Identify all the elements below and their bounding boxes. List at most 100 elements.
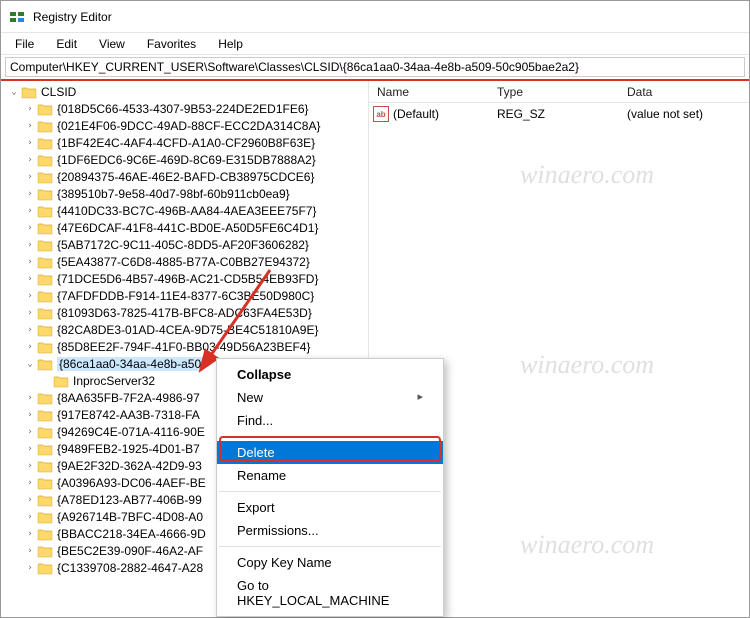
tree-label: {82CA8DE3-01AD-4CEA-9D75-BE4C51810A9E} bbox=[57, 323, 319, 337]
value-data: (value not set) bbox=[619, 107, 749, 121]
chevron-right-icon[interactable]: › bbox=[23, 393, 37, 403]
ctx-separator bbox=[219, 491, 441, 492]
folder-icon bbox=[37, 306, 53, 320]
chevron-right-icon[interactable]: › bbox=[23, 529, 37, 539]
tree-label: {94269C4E-071A-4116-90E bbox=[57, 425, 205, 439]
ctx-permissions[interactable]: Permissions... bbox=[217, 519, 443, 542]
menu-favorites[interactable]: Favorites bbox=[137, 35, 206, 53]
chevron-down-icon[interactable]: ⌄ bbox=[23, 359, 37, 369]
chevron-right-icon[interactable]: › bbox=[23, 206, 37, 216]
chevron-right-icon[interactable]: › bbox=[23, 427, 37, 437]
col-data[interactable]: Data bbox=[619, 83, 749, 101]
folder-icon bbox=[37, 204, 53, 218]
ctx-copy-key[interactable]: Copy Key Name bbox=[217, 551, 443, 574]
tree-label: {917E8742-AA3B-7318-FA bbox=[57, 408, 200, 422]
folder-icon bbox=[37, 527, 53, 541]
chevron-right-icon[interactable]: › bbox=[23, 240, 37, 250]
ctx-new[interactable]: New bbox=[217, 386, 443, 409]
ctx-goto[interactable]: Go to HKEY_LOCAL_MACHINE bbox=[217, 574, 443, 612]
tree-label: {A926714B-7BFC-4D08-A0 bbox=[57, 510, 203, 524]
titlebar: Registry Editor bbox=[1, 1, 749, 33]
chevron-right-icon[interactable]: › bbox=[23, 495, 37, 505]
tree-row[interactable]: ⌄CLSID bbox=[1, 83, 368, 100]
tree-row[interactable]: ›{71DCE5D6-4B57-496B-AC21-CD5B54EB93FD} bbox=[1, 270, 368, 287]
tree-label: {021E4F06-9DCC-49AD-88CF-ECC2DA314C8A} bbox=[57, 119, 320, 133]
chevron-right-icon[interactable]: › bbox=[23, 325, 37, 335]
ctx-find[interactable]: Find... bbox=[217, 409, 443, 432]
tree-row[interactable]: ›{7AFDFDDB-F914-11E4-8377-6C3BE50D980C} bbox=[1, 287, 368, 304]
chevron-right-icon[interactable]: › bbox=[23, 461, 37, 471]
chevron-right-icon[interactable]: › bbox=[23, 104, 37, 114]
chevron-right-icon[interactable]: › bbox=[23, 291, 37, 301]
tree-row[interactable]: ›{4410DC33-BC7C-496B-AA84-4AEA3EEE75F7} bbox=[1, 202, 368, 219]
folder-icon bbox=[21, 85, 37, 99]
chevron-right-icon[interactable]: › bbox=[23, 546, 37, 556]
chevron-right-icon[interactable]: › bbox=[23, 121, 37, 131]
tree-label: {5AB7172C-9C11-405C-8DD5-AF20F3606282} bbox=[57, 238, 309, 252]
folder-icon bbox=[37, 153, 53, 167]
chevron-right-icon[interactable]: › bbox=[23, 444, 37, 454]
tree-row[interactable]: › {021E4F06-9DCC-49AD-88CF-ECC2DA314C8A} bbox=[1, 117, 368, 134]
folder-icon bbox=[37, 187, 53, 201]
menu-view[interactable]: View bbox=[89, 35, 135, 53]
value-row[interactable]: ab (Default) REG_SZ (value not set) bbox=[369, 105, 749, 123]
tree-label: {47E6DCAF-41F8-441C-BD0E-A50D5FE6C4D1} bbox=[57, 221, 318, 235]
tree-row[interactable]: ›{389510b7-9e58-40d7-98bf-60b911cb0ea9} bbox=[1, 185, 368, 202]
window-title: Registry Editor bbox=[33, 10, 112, 24]
chevron-right-icon[interactable]: › bbox=[23, 223, 37, 233]
ctx-delete[interactable]: Delete bbox=[217, 441, 443, 464]
menu-file[interactable]: File bbox=[5, 35, 44, 53]
chevron-right-icon[interactable]: › bbox=[23, 138, 37, 148]
col-type[interactable]: Type bbox=[489, 83, 619, 101]
menu-edit[interactable]: Edit bbox=[46, 35, 87, 53]
tree-row[interactable]: ›{81093D63-7825-417B-BFC8-ADC63FA4E53D} bbox=[1, 304, 368, 321]
chevron-right-icon[interactable]: › bbox=[23, 257, 37, 267]
chevron-down-icon[interactable]: ⌄ bbox=[7, 87, 21, 97]
folder-icon bbox=[37, 221, 53, 235]
ctx-export[interactable]: Export bbox=[217, 496, 443, 519]
tree-row[interactable]: › {5AB7172C-9C11-405C-8DD5-AF20F3606282} bbox=[1, 236, 368, 253]
tree-row[interactable]: › {47E6DCAF-41F8-441C-BD0E-A50D5FE6C4D1} bbox=[1, 219, 368, 236]
folder-icon bbox=[37, 459, 53, 473]
folder-icon bbox=[37, 136, 53, 150]
folder-icon bbox=[37, 510, 53, 524]
tree-label: {86ca1aa0-34aa-4e8b-a50 bbox=[57, 357, 203, 371]
folder-icon bbox=[37, 255, 53, 269]
chevron-right-icon[interactable]: › bbox=[23, 155, 37, 165]
chevron-right-icon[interactable]: › bbox=[23, 342, 37, 352]
context-menu: Collapse New Find... Delete Rename Expor… bbox=[216, 358, 444, 617]
ctx-separator bbox=[219, 436, 441, 437]
tree-row[interactable]: ›{5EA43877-C6D8-4885-B77A-C0BB27E94372} bbox=[1, 253, 368, 270]
address-input[interactable] bbox=[5, 57, 745, 77]
ctx-rename[interactable]: Rename bbox=[217, 464, 443, 487]
folder-icon bbox=[37, 289, 53, 303]
chevron-right-icon[interactable]: › bbox=[23, 189, 37, 199]
ctx-separator bbox=[219, 546, 441, 547]
tree-row[interactable]: › {1DF6EDC6-9C6E-469D-8C69-E315DB7888A2} bbox=[1, 151, 368, 168]
addressbar bbox=[1, 55, 749, 81]
tree-row[interactable]: › {82CA8DE3-01AD-4CEA-9D75-BE4C51810A9E} bbox=[1, 321, 368, 338]
tree-label: {8AA635FB-7F2A-4986-97 bbox=[57, 391, 200, 405]
chevron-right-icon[interactable]: › bbox=[23, 308, 37, 318]
folder-icon bbox=[37, 391, 53, 405]
chevron-right-icon[interactable]: › bbox=[23, 478, 37, 488]
folder-icon bbox=[53, 374, 69, 388]
tree-label: {1DF6EDC6-9C6E-469D-8C69-E315DB7888A2} bbox=[57, 153, 316, 167]
chevron-right-icon[interactable]: › bbox=[23, 410, 37, 420]
tree-row[interactable]: ›{018D5C66-4533-4307-9B53-224DE2ED1FE6} bbox=[1, 100, 368, 117]
tree-row[interactable]: ›{1BF42E4C-4AF4-4CFD-A1A0-CF2960B8F63E} bbox=[1, 134, 368, 151]
ctx-collapse[interactable]: Collapse bbox=[217, 363, 443, 386]
folder-icon bbox=[37, 408, 53, 422]
tree-row[interactable]: ›{20894375-46AE-46E2-BAFD-CB38975CDCE6} bbox=[1, 168, 368, 185]
chevron-right-icon[interactable]: › bbox=[23, 563, 37, 573]
menu-help[interactable]: Help bbox=[208, 35, 253, 53]
tree-row[interactable]: › {85D8EE2F-794F-41F0-BB03-49D56A23BEF4} bbox=[1, 338, 368, 355]
col-name[interactable]: Name bbox=[369, 83, 489, 101]
chevron-right-icon[interactable]: › bbox=[23, 274, 37, 284]
tree-label: {85D8EE2F-794F-41F0-BB03-49D56A23BEF4} bbox=[57, 340, 310, 354]
tree-label: InprocServer32 bbox=[73, 374, 155, 388]
menubar: File Edit View Favorites Help bbox=[1, 33, 749, 55]
value-name: (Default) bbox=[393, 107, 489, 121]
chevron-right-icon[interactable]: › bbox=[23, 512, 37, 522]
chevron-right-icon[interactable]: › bbox=[23, 172, 37, 182]
